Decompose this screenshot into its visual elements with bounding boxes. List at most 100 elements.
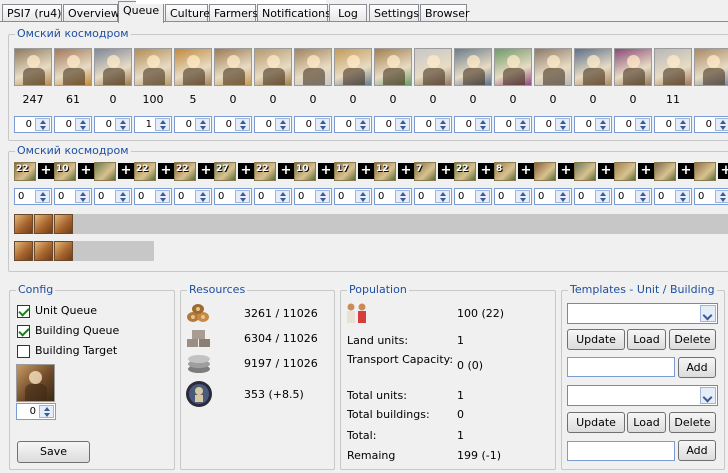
spin-arrows-icon[interactable]	[35, 190, 50, 203]
spin-arrows-icon[interactable]	[435, 118, 450, 131]
spin-arrows-icon[interactable]	[315, 190, 330, 203]
spin-arrows-icon[interactable]	[155, 190, 170, 203]
building-template-select[interactable]	[567, 385, 718, 406]
plus-icon[interactable]: +	[438, 163, 454, 179]
unit-quantity-input[interactable]: 0	[614, 116, 652, 133]
tab-overview[interactable]: Overview	[63, 4, 120, 22]
tab-log[interactable]: Log	[329, 4, 367, 22]
unit-template-delete-button[interactable]: Delete	[669, 329, 716, 350]
spin-arrows-icon[interactable]	[35, 118, 50, 131]
tab-settings[interactable]: Settings	[369, 4, 419, 22]
plus-icon[interactable]: +	[558, 163, 574, 179]
unit-quantity-input[interactable]: 0	[414, 116, 452, 133]
unit-quantity-input[interactable]: 0	[334, 116, 372, 133]
plus-icon[interactable]: +	[198, 163, 214, 179]
spin-arrows-icon[interactable]	[395, 190, 410, 203]
building-template-update-button[interactable]: Update	[567, 412, 625, 433]
building-quantity-input[interactable]: 0	[654, 188, 692, 205]
plus-icon[interactable]: +	[478, 163, 494, 179]
spin-arrows-icon[interactable]	[355, 190, 370, 203]
plus-icon[interactable]: +	[158, 163, 174, 179]
spin-arrows-icon[interactable]	[115, 190, 130, 203]
spin-arrows-icon[interactable]	[75, 190, 90, 203]
unit-quantity-input[interactable]: 0	[294, 116, 332, 133]
plus-icon[interactable]: +	[638, 163, 654, 179]
unit-quantity-input[interactable]: 0	[494, 116, 532, 133]
tab-notifications[interactable]: Notifications	[257, 4, 331, 22]
plus-icon[interactable]: +	[598, 163, 614, 179]
chevron-down-icon[interactable]	[700, 305, 716, 322]
plus-icon[interactable]: +	[518, 163, 534, 179]
building-quantity-input[interactable]: 0	[54, 188, 92, 205]
building-quantity-input[interactable]: 0	[214, 188, 252, 205]
building-queue-checkbox[interactable]	[17, 325, 30, 338]
building-template-add-button[interactable]: Add	[678, 440, 716, 461]
spin-arrows-icon[interactable]	[635, 190, 650, 203]
spin-arrows-icon[interactable]	[115, 118, 130, 131]
unit-template-select[interactable]	[567, 303, 718, 324]
unit-quantity-input[interactable]: 0	[54, 116, 92, 133]
tab-queue[interactable]: Queue	[118, 1, 164, 23]
spin-arrows-icon[interactable]	[675, 190, 690, 203]
spin-arrows-icon[interactable]	[635, 118, 650, 131]
unit-template-add-button[interactable]: Add	[678, 357, 716, 378]
plus-icon[interactable]: +	[78, 163, 94, 179]
unit-quantity-input[interactable]: 0	[654, 116, 692, 133]
building-quantity-input[interactable]: 0	[574, 188, 612, 205]
unit-quantity-input[interactable]: 0	[94, 116, 132, 133]
hero-input[interactable]: 0	[16, 403, 56, 420]
spin-arrows-icon[interactable]	[195, 190, 210, 203]
unit-quantity-input[interactable]: 0	[694, 116, 728, 133]
spin-arrows-icon[interactable]	[235, 190, 250, 203]
unit-quantity-input[interactable]: 0	[374, 116, 412, 133]
unit-quantity-input[interactable]: 0	[254, 116, 292, 133]
spin-arrows-icon[interactable]	[155, 118, 170, 131]
building-quantity-input[interactable]: 0	[294, 188, 332, 205]
spin-arrows-icon[interactable]	[675, 118, 690, 131]
spin-arrows-icon[interactable]	[475, 118, 490, 131]
spin-arrows-icon[interactable]	[515, 190, 530, 203]
plus-icon[interactable]: +	[318, 163, 334, 179]
unit-quantity-input[interactable]: 0	[534, 116, 572, 133]
spin-arrows-icon[interactable]	[39, 405, 54, 418]
unit-template-name-input[interactable]	[567, 357, 675, 377]
building-quantity-input[interactable]: 0	[414, 188, 452, 205]
spin-arrows-icon[interactable]	[515, 118, 530, 131]
building-quantity-input[interactable]: 0	[534, 188, 572, 205]
building-quantity-input[interactable]: 0	[614, 188, 652, 205]
unit-template-load-button[interactable]: Load	[627, 329, 666, 350]
building-quantity-input[interactable]: 0	[94, 188, 132, 205]
chevron-down-icon[interactable]	[700, 387, 716, 404]
spin-arrows-icon[interactable]	[235, 118, 250, 131]
unit-quantity-input[interactable]: 0	[14, 116, 52, 133]
tab-farmers[interactable]: Farmers	[209, 4, 258, 22]
plus-icon[interactable]: +	[238, 163, 254, 179]
building-template-name-input[interactable]	[567, 441, 675, 461]
tab-psi7[interactable]: PSI7 (ru4)	[2, 4, 62, 22]
spin-arrows-icon[interactable]	[475, 190, 490, 203]
spin-arrows-icon[interactable]	[715, 118, 728, 131]
building-template-delete-button[interactable]: Delete	[669, 412, 716, 433]
building-target-checkbox[interactable]	[17, 345, 30, 358]
unit-quantity-input[interactable]: 0	[574, 116, 612, 133]
plus-icon[interactable]: +	[358, 163, 374, 179]
unit-quantity-input[interactable]: 0	[454, 116, 492, 133]
building-quantity-input[interactable]: 0	[174, 188, 212, 205]
plus-icon[interactable]: +	[398, 163, 414, 179]
plus-icon[interactable]: +	[38, 163, 54, 179]
save-button[interactable]: Save	[17, 441, 90, 463]
building-quantity-input[interactable]: 0	[14, 188, 52, 205]
spin-arrows-icon[interactable]	[355, 118, 370, 131]
unit-template-update-button[interactable]: Update	[567, 329, 625, 350]
plus-icon[interactable]: +	[678, 163, 694, 179]
building-quantity-input[interactable]: 0	[494, 188, 532, 205]
spin-arrows-icon[interactable]	[555, 190, 570, 203]
unit-quantity-input[interactable]: 1	[134, 116, 172, 133]
building-quantity-input[interactable]: 0	[374, 188, 412, 205]
spin-arrows-icon[interactable]	[395, 118, 410, 131]
building-quantity-input[interactable]: 0	[454, 188, 492, 205]
building-quantity-input[interactable]: 0	[134, 188, 172, 205]
spin-arrows-icon[interactable]	[195, 118, 210, 131]
building-quantity-input[interactable]: 0	[334, 188, 372, 205]
spin-arrows-icon[interactable]	[435, 190, 450, 203]
